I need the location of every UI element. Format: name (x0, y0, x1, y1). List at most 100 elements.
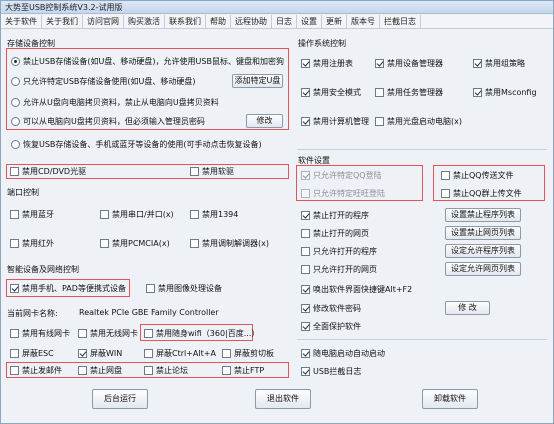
menu-version[interactable]: 版本号 (347, 15, 380, 28)
checkbox-icon (473, 88, 482, 97)
checkbox-icon (441, 189, 450, 198)
portable-wifi-checkbox[interactable]: 禁用随身wifi（360|百度...） (144, 328, 259, 339)
checkbox-icon (301, 265, 310, 274)
storage-opt-read-only[interactable]: 允许从U盘向电脑拷贝资料，禁止从电脑向U盘拷贝资料 (11, 97, 219, 108)
block-email-checkbox[interactable]: 禁止发邮件 (10, 365, 62, 376)
cd-dvd-checkbox[interactable]: 禁用CD/DVD光驱 (10, 166, 86, 177)
allow-specific-qq-checkbox[interactable]: 只允许特定QQ登陆 (301, 170, 382, 181)
menu-purchase[interactable]: 购买激活 (124, 15, 165, 28)
checkbox-icon (10, 349, 19, 358)
storage-opt-block-usb[interactable]: 禁止USB存储设备(如U盘、移动硬盘)，允许使用USB鼠标、键盘和加密狗 (11, 56, 284, 67)
change-password-checkbox[interactable]: 修改软件密码 (301, 303, 361, 314)
ports-group-title: 端口控制 (7, 188, 39, 197)
autostart-checkbox[interactable]: 随电脑启动自动启动 (301, 348, 385, 359)
checkbox-icon (375, 117, 384, 126)
checkbox-icon (10, 329, 19, 338)
menu-update[interactable]: 更新 (322, 15, 347, 28)
portable-devices-checkbox[interactable]: 禁用手机、PAD等便携式设备 (10, 283, 126, 294)
computer-management-checkbox[interactable]: 禁用计算机管理 (301, 116, 369, 127)
modify-password-button[interactable]: 修改 (246, 114, 283, 128)
safe-mode-checkbox[interactable]: 禁用安全模式 (301, 87, 361, 98)
radio-icon (11, 57, 20, 66)
checkbox-icon (375, 59, 384, 68)
block-netdisk-checkbox[interactable]: 禁止网盘 (78, 365, 122, 376)
checkbox-icon (10, 284, 19, 293)
infrared-checkbox[interactable]: 禁用红外 (10, 238, 54, 249)
allow-specific-wangwang-checkbox[interactable]: 只允许特定旺旺登陆 (301, 188, 385, 199)
checkbox-icon (144, 329, 153, 338)
radio-icon (11, 140, 20, 149)
set-allowed-webpages-button[interactable]: 设定允许网页列表 (445, 262, 521, 276)
menu-log[interactable]: 日志 (272, 15, 297, 28)
menu-about-software[interactable]: 关于软件 (1, 15, 42, 28)
cd-boot-checkbox[interactable]: 禁用光盘启动电脑(x) (375, 116, 462, 127)
serial-port-checkbox[interactable]: 禁用串口/并口(x) (100, 209, 174, 220)
menu-bar: 关于软件 关于我们 访问官网 购买激活 联系我们 帮助 远程协助 日志 设置 更… (1, 15, 553, 29)
storage-opt-password[interactable]: 可以从电脑向U盘拷贝资料，但必须输入管理员密码 (11, 116, 205, 127)
set-blocked-webpages-button[interactable]: 设置禁止网页列表 (445, 226, 521, 240)
checkbox-icon (146, 284, 155, 293)
radio-icon (11, 77, 20, 86)
full-protection-checkbox[interactable]: 全面保护软件 (301, 321, 361, 332)
menu-block-log[interactable]: 拦截日志 (380, 15, 421, 28)
block-qq-group-upload-checkbox[interactable]: 禁止QQ群上传文件 (441, 188, 522, 199)
radio-icon (11, 117, 20, 126)
block-ftp-checkbox[interactable]: 禁止FTP (222, 365, 264, 376)
set-allowed-programs-button[interactable]: 设定允许程序列表 (445, 244, 521, 258)
checkbox-icon (10, 366, 19, 375)
msconfig-checkbox[interactable]: 禁用Msconfig (473, 87, 537, 98)
checkbox-icon (301, 349, 310, 358)
group-policy-checkbox[interactable]: 禁用组策略 (473, 58, 525, 69)
checkbox-icon (301, 247, 310, 256)
task-manager-checkbox[interactable]: 禁用任务管理器 (375, 87, 443, 98)
storage-opt-restore[interactable]: 恢复USB存储设备、手机或蓝牙等设备的使用(可手动点击恢复设备) (11, 139, 262, 150)
hotkey-checkbox[interactable]: 唤出软件界面快捷键Alt+F2 (301, 284, 412, 295)
menu-settings[interactable]: 设置 (297, 15, 322, 28)
floppy-checkbox[interactable]: 禁用软驱 (190, 166, 234, 177)
change-password-button[interactable]: 修 改 (445, 301, 490, 315)
modem-checkbox[interactable]: 禁用调制解调器(x) (190, 238, 269, 249)
uninstall-software-button[interactable]: 卸载软件 (422, 389, 478, 409)
menu-website[interactable]: 访问官网 (83, 15, 124, 28)
checkbox-icon (190, 210, 199, 219)
imaging-devices-checkbox[interactable]: 禁用图像处理设备 (146, 283, 222, 294)
run-in-background-button[interactable]: 后台运行 (92, 389, 148, 409)
menu-contact[interactable]: 联系我们 (165, 15, 206, 28)
add-specific-usb-button[interactable]: 添加特定U盘 (232, 74, 283, 88)
menu-help[interactable]: 帮助 (206, 15, 231, 28)
checkbox-icon (78, 329, 87, 338)
checkbox-icon (301, 189, 310, 198)
set-blocked-programs-button[interactable]: 设置禁止程序列表 (445, 208, 521, 222)
checkbox-icon (78, 366, 87, 375)
title-bar: 大势至USB控制系统V3.2-试用版 (1, 1, 553, 14)
block-webpages-checkbox[interactable]: 禁止打开的网页 (301, 228, 369, 239)
allow-programs-checkbox[interactable]: 只允许打开的程序 (301, 246, 377, 257)
block-clipboard-checkbox[interactable]: 屏蔽剪切板 (222, 348, 274, 359)
bluetooth-checkbox[interactable]: 禁用蓝牙 (10, 209, 54, 220)
block-programs-checkbox[interactable]: 禁止打开的程序 (301, 210, 369, 221)
nic-label: 当前网卡名称: (7, 309, 58, 318)
block-win-checkbox[interactable]: 屏蔽WIN (78, 348, 122, 359)
ieee1394-checkbox[interactable]: 禁用1394 (190, 209, 238, 220)
exit-software-button[interactable]: 退出软件 (255, 389, 311, 409)
checkbox-icon (301, 367, 310, 376)
wired-nic-checkbox[interactable]: 禁用有线网卡 (10, 328, 70, 339)
checkbox-icon (10, 167, 19, 176)
device-manager-checkbox[interactable]: 禁用设备管理器 (375, 58, 443, 69)
block-esc-checkbox[interactable]: 屏蔽ESC (10, 348, 54, 359)
pcmcia-checkbox[interactable]: 禁用PCMCIA(x) (100, 238, 170, 249)
menu-about-us[interactable]: 关于我们 (42, 15, 83, 28)
regedit-checkbox[interactable]: 禁用注册表 (301, 58, 353, 69)
menu-remote-assist[interactable]: 远程协助 (231, 15, 272, 28)
block-forum-checkbox[interactable]: 禁止论坛 (144, 365, 188, 376)
block-qq-file-checkbox[interactable]: 禁止QQ传送文件 (441, 170, 514, 181)
os-group-title: 操作系统控制 (298, 39, 346, 48)
usb-log-checkbox[interactable]: USB拦截日志 (301, 366, 361, 377)
checkbox-icon (473, 59, 482, 68)
allow-webpages-checkbox[interactable]: 只允许打开的网页 (301, 264, 377, 275)
block-ctrl-alt-a-checkbox[interactable]: 屏蔽Ctrl+Alt+A (144, 348, 216, 359)
checkbox-icon (222, 366, 231, 375)
checkbox-icon (78, 349, 87, 358)
storage-opt-specific-usb[interactable]: 只允许特定USB存储设备使用(如U盘、移动硬盘) (11, 76, 196, 87)
wireless-nic-checkbox[interactable]: 禁用无线网卡 (78, 328, 138, 339)
